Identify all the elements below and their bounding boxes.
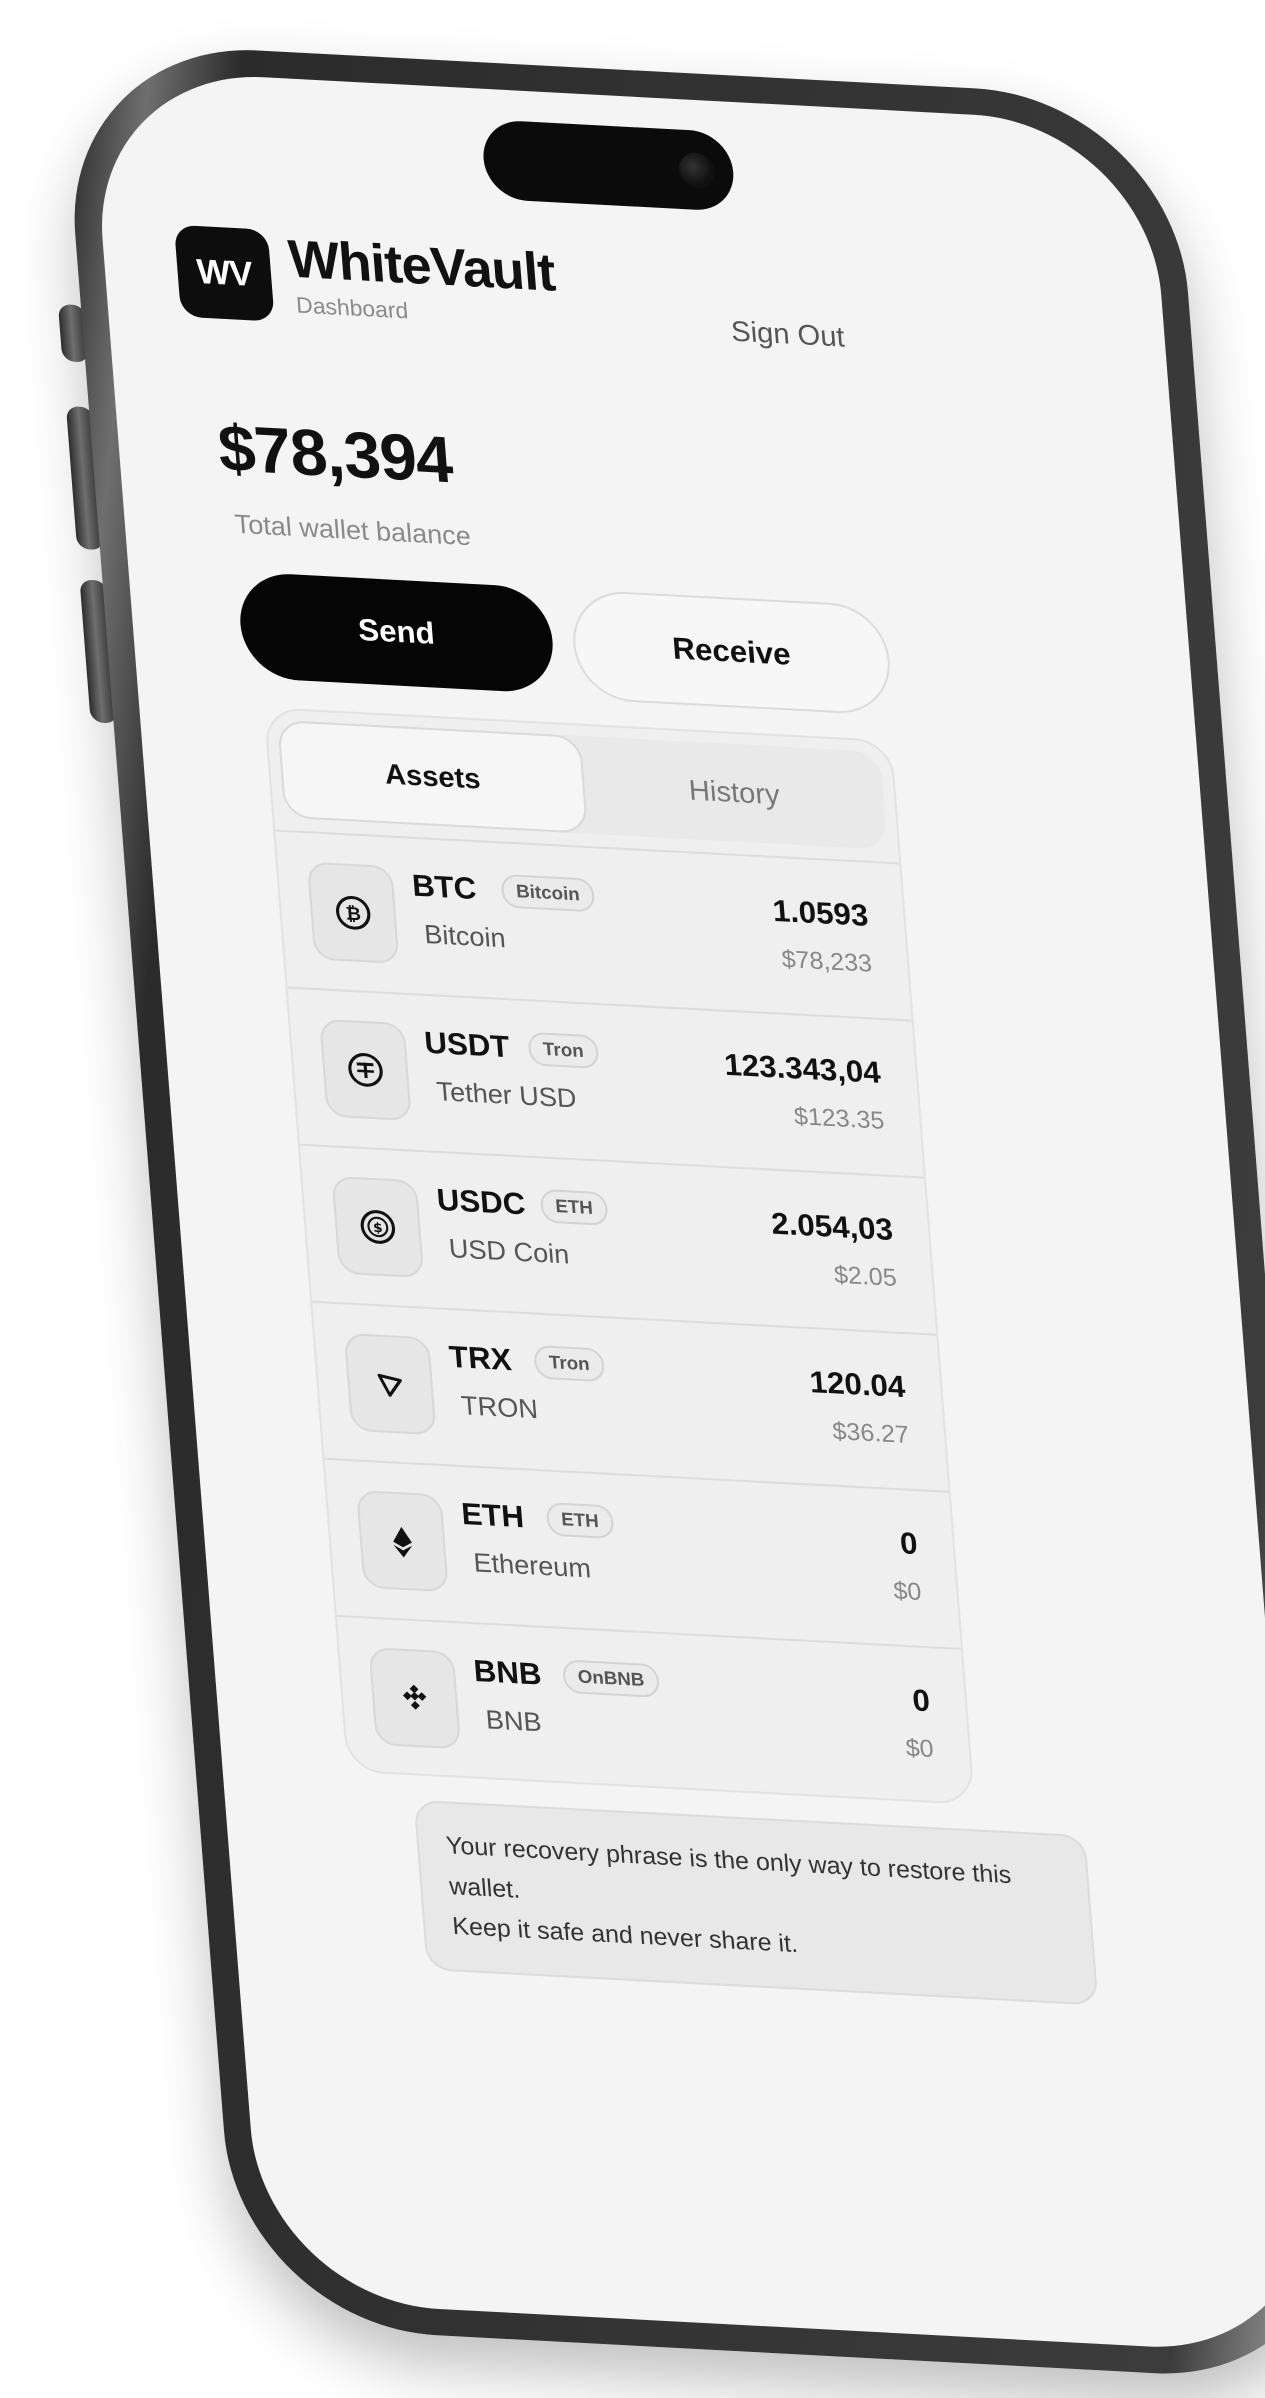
page-subtitle: Dashboard bbox=[295, 292, 410, 324]
recovery-phrase-notice: Your recovery phrase is the only way to … bbox=[413, 1799, 1099, 2006]
usd-coin-icon: $ bbox=[331, 1175, 425, 1279]
asset-symbol: ETH bbox=[460, 1497, 526, 1535]
asset-name: TRON bbox=[460, 1389, 540, 1425]
ethereum-icon bbox=[356, 1489, 449, 1593]
tether-icon bbox=[319, 1018, 412, 1122]
asset-fiat-value: $0 bbox=[892, 1577, 923, 1607]
asset-amount: 0 bbox=[898, 1526, 919, 1562]
phone-device: WV WhiteVault Dashboard Sign Out $78,394… bbox=[57, 40, 1265, 2384]
asset-fiat-value: $0 bbox=[904, 1734, 935, 1764]
asset-name: Ethereum bbox=[472, 1546, 592, 1584]
asset-amount: 120.04 bbox=[808, 1365, 907, 1405]
asset-fiat-value: $36.27 bbox=[831, 1417, 910, 1450]
network-badge: Tron bbox=[527, 1031, 600, 1070]
asset-amount: 0 bbox=[911, 1683, 932, 1719]
network-badge: ETH bbox=[545, 1501, 615, 1540]
asset-list: ₿ BTC Bitcoin Bitcoin 1.0593 $78,233 USD… bbox=[275, 829, 974, 1805]
asset-fiat-value: $123.35 bbox=[792, 1102, 886, 1135]
wallet-balance-label: Total wallet balance bbox=[233, 508, 472, 552]
app-title: WhiteVault bbox=[286, 229, 557, 303]
tab-history[interactable]: History bbox=[581, 736, 888, 850]
bnb-icon bbox=[368, 1647, 462, 1750]
asset-fiat-value: $2.05 bbox=[833, 1261, 898, 1293]
bitcoin-icon: ₿ bbox=[306, 861, 400, 965]
asset-name: USD Coin bbox=[447, 1232, 571, 1270]
svg-text:₿: ₿ bbox=[345, 904, 362, 926]
network-badge: OnBNB bbox=[561, 1659, 661, 1698]
asset-name: Bitcoin bbox=[423, 918, 507, 954]
asset-amount: 123.343,04 bbox=[723, 1048, 882, 1091]
phone-mockup-scene: WV WhiteVault Dashboard Sign Out $78,394… bbox=[0, 0, 1265, 2398]
network-badge: ETH bbox=[539, 1188, 609, 1226]
svg-text:$: $ bbox=[373, 1221, 384, 1236]
app-screen: WV WhiteVault Dashboard Sign Out $78,394… bbox=[89, 67, 1265, 2356]
tab-bar: Assets History bbox=[276, 719, 888, 850]
sign-out-link[interactable]: Sign Out bbox=[730, 315, 846, 354]
network-badge: Bitcoin bbox=[500, 873, 596, 913]
asset-fiat-value: $78,233 bbox=[780, 945, 874, 978]
asset-symbol: USDC bbox=[435, 1183, 527, 1222]
asset-amount: 2.054,03 bbox=[770, 1207, 895, 1248]
network-badge: Tron bbox=[533, 1344, 606, 1383]
tab-assets[interactable]: Assets bbox=[276, 719, 589, 834]
dynamic-island bbox=[480, 119, 737, 212]
asset-symbol: BTC bbox=[410, 869, 478, 907]
wallet-balance: $78,394 bbox=[215, 410, 455, 497]
app-logo: WV bbox=[173, 224, 275, 322]
camera-lens-icon bbox=[677, 151, 716, 189]
asset-name: Tether USD bbox=[435, 1075, 578, 1114]
asset-symbol: BNB bbox=[472, 1654, 543, 1692]
send-button[interactable]: Send bbox=[236, 571, 557, 695]
tron-icon bbox=[343, 1332, 437, 1436]
asset-row-bnb[interactable]: BNB OnBNB BNB 0 $0 bbox=[336, 1614, 974, 1805]
asset-amount: 1.0593 bbox=[771, 894, 870, 934]
assets-panel: Assets History ₿ BTC Bitcoin Bitcoin 1.0… bbox=[263, 706, 976, 1806]
asset-symbol: TRX bbox=[447, 1340, 513, 1378]
phone-frame: WV WhiteVault Dashboard Sign Out $78,394… bbox=[60, 40, 1265, 2384]
asset-name: BNB bbox=[484, 1703, 543, 1738]
receive-button[interactable]: Receive bbox=[569, 589, 894, 716]
asset-symbol: USDT bbox=[423, 1026, 511, 1065]
